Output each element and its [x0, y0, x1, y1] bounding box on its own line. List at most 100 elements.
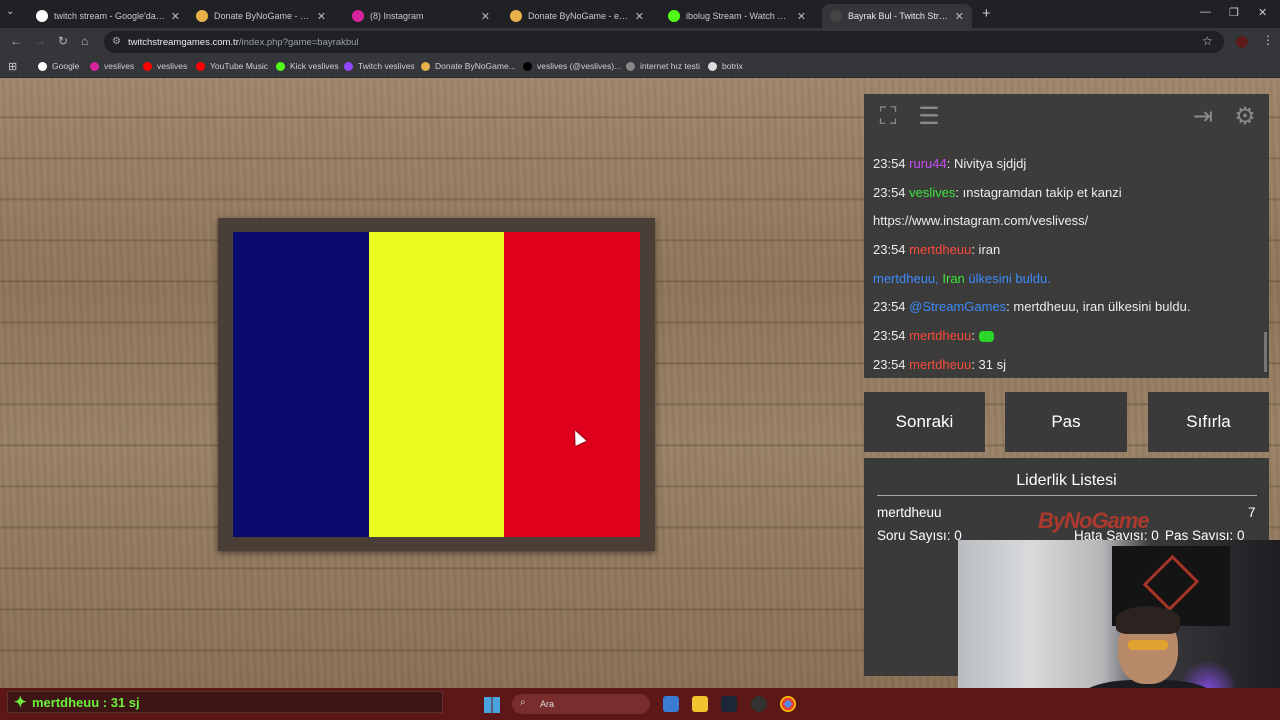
chat-message: https://www.instagram.com/veslivess/	[873, 213, 1089, 229]
chat-message: : Nivitya sjdjdj	[946, 156, 1027, 171]
chat-message: :	[971, 328, 979, 344]
bookmark-item[interactable]: veslives	[90, 61, 134, 71]
pass-button[interactable]: Pas	[1005, 392, 1127, 452]
tab-close-icon[interactable]: ✕	[171, 10, 180, 23]
reload-icon[interactable]: ↻	[58, 34, 68, 48]
bookmark-item[interactable]: YouTube Music	[196, 61, 268, 71]
home-icon[interactable]: ⌂	[81, 34, 88, 48]
settings-gear-icon[interactable]: ⚙	[1230, 102, 1260, 132]
minimize-icon[interactable]: —	[1200, 6, 1211, 18]
bookmark-favicon-icon	[276, 61, 285, 71]
chat-emote-icon	[978, 331, 994, 343]
tab-favicon-icon	[196, 10, 208, 22]
chat-line: 23:54 veslives: ınstagramdan takip et ka…	[873, 183, 1263, 212]
question-count: Soru Sayısı: 0	[877, 528, 962, 543]
tab-favicon-icon	[668, 10, 680, 22]
bookmark-label: botrix	[722, 61, 743, 71]
chat-username[interactable]: ruru44	[909, 156, 947, 171]
bookmark-item[interactable]: Donate ByNoGame...	[421, 61, 516, 71]
bookmark-star-icon[interactable]: ☆	[1202, 34, 1213, 48]
taskbar-search[interactable]: ⌕ Ara	[512, 694, 650, 714]
fullscreen-icon[interactable]: ⛶	[873, 102, 903, 132]
tab-close-icon[interactable]: ✕	[635, 10, 644, 23]
chat-username[interactable]: @StreamGames	[909, 299, 1006, 314]
bookmark-item[interactable]: Kick veslives	[276, 61, 339, 71]
chat-toolbar: ⛶ ☰ ⇥ ⚙	[864, 94, 1269, 140]
flag-stripe	[504, 232, 641, 537]
chat-message-suffix: ülkesini buldu.	[964, 270, 1051, 286]
chat-time: 23:54	[873, 184, 906, 200]
bookmark-favicon-icon	[143, 61, 152, 71]
browser-tab[interactable]: Bayrak Bul - Twitch Stream ✕	[822, 4, 972, 28]
bookmark-item[interactable]: Twitch veslives	[344, 61, 415, 71]
chat-username[interactable]: mertdheuu	[909, 328, 971, 343]
url-host: twitchstreamgames.com.tr	[128, 36, 239, 48]
chrome-icon[interactable]	[780, 696, 796, 712]
address-bar[interactable]: ⚙ twitchstreamgames.com.tr/index.php?gam…	[104, 31, 1224, 53]
search-icon: ⌕	[520, 697, 526, 708]
streamer-hair	[1116, 606, 1180, 634]
exit-icon[interactable]: ⇥	[1188, 102, 1218, 132]
chat-scrollbar[interactable]	[1264, 332, 1267, 372]
bookmark-item[interactable]: veslives	[143, 61, 187, 71]
chat-line: mertdheuu, Iran ülkesini buldu.	[873, 269, 1263, 298]
obs-icon[interactable]	[751, 696, 767, 712]
browser-tab[interactable]: (8) Instagram ✕	[344, 4, 498, 28]
bookmark-label: veslives (@veslives)...	[537, 61, 622, 71]
browser-tab[interactable]: Donate ByNoGame - eceesu Do ✕	[502, 4, 652, 28]
apps-grid-icon[interactable]: ⊞	[8, 60, 17, 73]
tab-close-icon[interactable]: ✕	[955, 10, 964, 23]
restore-icon[interactable]: ❐	[1229, 6, 1239, 19]
bookmark-favicon-icon	[344, 61, 353, 71]
bookmark-item[interactable]: Google	[38, 61, 79, 71]
chat-username[interactable]: mertdheuu	[909, 357, 971, 372]
tab-search-icon[interactable]: ⌄	[6, 6, 14, 17]
chat-username[interactable]: veslives	[909, 185, 955, 200]
leaderboard-player: mertdheuu	[877, 505, 942, 520]
bookmark-favicon-icon	[708, 61, 717, 71]
new-tab-button[interactable]: +	[982, 5, 991, 22]
bookmark-favicon-icon	[421, 61, 430, 71]
photos-app-icon[interactable]	[663, 696, 679, 712]
tab-close-icon[interactable]: ✕	[481, 10, 490, 23]
chat-alert-text: mertdheuu : 31 sj	[32, 694, 140, 710]
taskbar: ✦ mertdheuu : 31 sj ⌕ Ara	[0, 688, 1280, 720]
steam-icon[interactable]	[721, 696, 737, 712]
bookmark-item[interactable]: botrix	[708, 61, 743, 71]
profile-avatar[interactable]	[1236, 36, 1248, 48]
windows-start-icon[interactable]	[484, 697, 500, 713]
tab-close-icon[interactable]: ✕	[797, 10, 806, 23]
chat-username[interactable]: mertdheuu,	[873, 271, 939, 286]
chat-time: 23:54	[873, 356, 906, 372]
forward-icon[interactable]: →	[34, 34, 46, 48]
chat-time: 23:54	[873, 242, 906, 258]
divider	[877, 495, 1257, 496]
tab-close-icon[interactable]: ✕	[317, 10, 326, 23]
bookmark-item[interactable]: veslives (@veslives)...	[523, 61, 621, 71]
menu-icon[interactable]: ⋮	[1262, 33, 1274, 47]
leaderboard-score: 7	[1248, 505, 1256, 520]
chat-username[interactable]: mertdheuu	[909, 242, 971, 257]
document-icon[interactable]: ☰	[914, 102, 944, 132]
tab-title: Donate ByNoGame - Gelen/Gid	[214, 11, 311, 21]
flag-stripe	[233, 232, 369, 537]
back-icon[interactable]: ←	[10, 34, 22, 48]
bookmarks-bar: ⊞ Google veslives veslives YouTube Music Kic…	[0, 56, 1280, 78]
browser-tab[interactable]: ibolug Stream - Watch Live on ✕	[660, 4, 814, 28]
next-button[interactable]: Sonraki	[864, 392, 985, 452]
browser-tab[interactable]: twitch stream - Google'da Ara ✕	[28, 4, 188, 28]
browser-toolbar: ← → ↻ ⌂ ⚙ twitchstreamgames.com.tr/index…	[0, 28, 1280, 56]
leaderboard-title: Liderlik Listesi	[1016, 472, 1117, 489]
bookmark-label: Kick veslives	[290, 61, 339, 71]
bookmark-item[interactable]: internet hız testi	[626, 61, 700, 71]
chat-message: : ınstagramdan takip et kanzi	[955, 184, 1122, 200]
reset-button[interactable]: Sıfırla	[1148, 392, 1269, 452]
site-info-icon[interactable]: ⚙	[112, 36, 121, 47]
bookmark-label: veslives	[157, 61, 188, 71]
chat-alert: ✦ mertdheuu : 31 sj	[7, 691, 443, 713]
chat-line: 23:54 mertdheuu: 31 sj	[873, 355, 1263, 384]
file-explorer-icon[interactable]	[692, 696, 708, 712]
bookmark-label: Twitch veslives	[358, 61, 415, 71]
close-window-icon[interactable]: ✕	[1258, 6, 1267, 19]
browser-tab[interactable]: Donate ByNoGame - Gelen/Gid ✕	[188, 4, 334, 28]
